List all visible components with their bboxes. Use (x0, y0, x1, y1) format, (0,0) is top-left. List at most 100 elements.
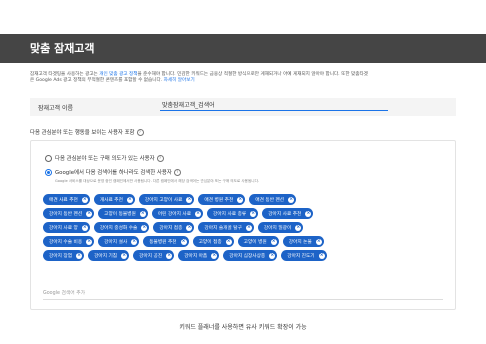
remove-keyword-icon[interactable]: × (270, 238, 277, 245)
remove-keyword-icon[interactable]: × (318, 252, 325, 259)
radio-button[interactable] (45, 155, 52, 162)
keyword-chip-row: 강아지 사료 양 × 강아지 중성화 수술 × 강아지 접종 × 강아지 슬개골 탈구 × 강아… (43, 222, 443, 233)
remove-keyword-icon[interactable]: × (76, 252, 83, 259)
keyword-chip[interactable]: 강아지 진도기 × (281, 250, 327, 261)
remove-keyword-icon[interactable]: × (305, 210, 312, 217)
keyword-chip[interactable]: 동물병원 추천 × (143, 236, 189, 247)
learn-more-link[interactable]: 자세히 알아보기 (164, 78, 195, 83)
help-icon[interactable]: ? (136, 129, 144, 136)
remove-keyword-icon[interactable]: × (180, 238, 187, 245)
option-search-terms[interactable]: Google에서 다음 검색어를 하나라도 검색한 사용자? (45, 168, 181, 176)
remove-keyword-icon[interactable]: × (126, 196, 133, 203)
keyword-chip-label: 어린 강아지 사료 (157, 211, 192, 217)
remove-keyword-icon[interactable]: × (166, 252, 173, 259)
keyword-chip[interactable]: 고양이 병원 × (237, 236, 279, 247)
ad-policy-link[interactable]: 개인 맞춤 광고 정책 (99, 72, 137, 77)
keyword-chip-label: 강아지 심장사상충 (229, 253, 266, 259)
keyword-chip[interactable]: 강아지 접종 × (153, 222, 195, 233)
keyword-chip[interactable]: 애견 동반 펜션 × (249, 194, 297, 205)
keyword-chip[interactable]: 강아지 장염 × (43, 250, 85, 261)
option-description: Google 서비스를 대상으로 운영 중인 캠페인에서만 사용됩니다. 다른 … (55, 179, 260, 183)
remove-keyword-icon[interactable]: × (295, 224, 302, 231)
keyword-chip-label: 강아지 진도기 (287, 253, 315, 259)
keyword-chip-label: 강아지 수술 비용 (49, 239, 83, 245)
keyword-chip-list: 애견 사료 추천 × 개사료 추천 × 강아지 고양이 사료 × 애견 병원 추천 × 애견 동… (43, 194, 443, 264)
keyword-chip-row: 강아지 동반 펜션 × 고양이 동물병원 × 어린 강아지 사료 × 강아지 사료 종류 × 강… (43, 208, 443, 219)
keyword-chip[interactable]: 개사료 추천 × (93, 194, 135, 205)
keyword-chip[interactable]: 강아지 일광이 × (257, 222, 304, 233)
keyword-chip[interactable]: 강아지 고양이 사료 × (138, 194, 195, 205)
keyword-chip[interactable]: 강아지 논물 × (282, 236, 324, 247)
keyword-chip[interactable]: 고양이 접종 × (192, 236, 234, 247)
help-icon[interactable]: ? (156, 155, 164, 162)
keyword-chip[interactable]: 애견 사료 추천 × (43, 194, 90, 205)
keyword-chip-label: 강아지 고양이 사료 (144, 197, 183, 203)
audience-name-row: 잠재고객 이름 맞춤잠재고객_검색어 (30, 98, 456, 116)
include-section-label: 다음 관심분야 또는 행동을 보이는 사용자 포함 (30, 130, 135, 136)
keyword-chip-label: 강아지 공진 (139, 253, 163, 259)
remove-keyword-icon[interactable]: × (195, 210, 202, 217)
remove-keyword-icon[interactable]: × (121, 252, 128, 259)
keyword-chip-label: 애견 병원 추천 (204, 197, 234, 203)
keyword-chip-label: 강아지 슬개골 탈구 (204, 225, 242, 231)
remove-keyword-icon[interactable]: × (250, 210, 257, 217)
keyword-chip[interactable]: 고양이 동물병원 × (98, 208, 148, 219)
keyword-chip-label: 강아지 사료 추천 (268, 211, 302, 217)
keyword-chip-label: 강아지 장염 (49, 253, 73, 259)
keyword-chip-label: 동물병원 추천 (149, 239, 177, 245)
keyword-chip[interactable]: 강아지 슬개골 탈구 × (198, 222, 254, 233)
keyword-chip-label: 강아지 접종 (159, 225, 183, 231)
keyword-chip[interactable]: 강아지 사료 추천 × (262, 208, 314, 219)
audience-criteria-card: 다음 관심분야 또는 구매 의도가 있는 사용자? Google에서 다음 검색… (30, 140, 456, 310)
keyword-chip-label: 고양이 동물병원 (104, 211, 136, 217)
keyword-chip[interactable]: 강아지 사료 양 × (43, 222, 90, 233)
keyword-chip-label: 애견 동반 펜션 (255, 197, 285, 203)
option-label: 다음 관심분야 또는 구매 의도가 있는 사용자 (55, 156, 155, 162)
remove-keyword-icon[interactable]: × (86, 238, 93, 245)
keyword-chip-label: 고양이 접종 (198, 239, 222, 245)
keyword-chip-label: 강아지 사료 종류 (213, 211, 247, 217)
remove-keyword-icon[interactable]: × (245, 224, 252, 231)
keyword-chip[interactable]: 강아지 심장사상충 × (223, 250, 278, 261)
remove-keyword-icon[interactable]: × (315, 238, 322, 245)
notice-text-1: 잠재고객 타겟팅을 사용하는 광고는 (30, 72, 100, 77)
remove-keyword-icon[interactable]: × (131, 238, 138, 245)
keyword-chip-label: 고양이 병원 (243, 239, 267, 245)
remove-keyword-icon[interactable]: × (288, 196, 295, 203)
remove-keyword-icon[interactable]: × (237, 196, 244, 203)
keyword-chip[interactable]: 강아지 기침 × (88, 250, 130, 261)
page-title: 맞춤 잠재고객 (30, 42, 95, 55)
keyword-chip[interactable]: 강아지 설사 × (98, 236, 140, 247)
remove-keyword-icon[interactable]: × (139, 210, 146, 217)
keyword-chip[interactable]: 강아지 동반 펜션 × (43, 208, 95, 219)
remove-keyword-icon[interactable]: × (81, 224, 88, 231)
keyword-chip[interactable]: 강아지 수술 비용 × (43, 236, 95, 247)
keyword-chip-label: 강아지 동반 펜션 (49, 211, 83, 217)
keyword-chip-label: 강아지 사료 양 (49, 225, 78, 231)
remove-keyword-icon[interactable]: × (141, 224, 148, 231)
keyword-chip[interactable]: 애견 병원 추천 × (198, 194, 246, 205)
policy-notice: 잠재고객 타겟팅을 사용하는 광고는 개인 맞춤 광고 정책을 준수해야 합니다… (30, 72, 460, 84)
option-interests[interactable]: 다음 관심분야 또는 구매 의도가 있는 사용자? (45, 154, 164, 162)
remove-keyword-icon[interactable]: × (86, 210, 93, 217)
keyword-chip[interactable]: 강아지 공진 × (133, 250, 175, 261)
remove-keyword-icon[interactable]: × (269, 252, 276, 259)
remove-keyword-icon[interactable]: × (81, 196, 88, 203)
radio-button-selected[interactable] (45, 169, 52, 176)
keyword-chip[interactable]: 강아지 아픔 × (178, 250, 220, 261)
keyword-chip-row: 애견 사료 추천 × 개사료 추천 × 강아지 고양이 사료 × 애견 병원 추천 × 애견 동… (43, 194, 443, 205)
help-icon[interactable]: ? (173, 169, 181, 176)
keyword-chip-label: 강아지 논물 (288, 239, 312, 245)
keyword-chip-label: 강아지 중성화 수술 (99, 225, 138, 231)
keyword-chip[interactable]: 어린 강아지 사료 × (151, 208, 204, 219)
remove-keyword-icon[interactable]: × (186, 196, 193, 203)
option-label: Google에서 다음 검색어를 하나라도 검색한 사용자 (55, 170, 172, 176)
remove-keyword-icon[interactable]: × (211, 252, 218, 259)
remove-keyword-icon[interactable]: × (186, 224, 193, 231)
audience-name-input[interactable]: 맞춤잠재고객_검색어 (160, 100, 388, 111)
add-search-term-input[interactable]: Google 검색어 추가 (43, 289, 443, 300)
remove-keyword-icon[interactable]: × (225, 238, 232, 245)
keyword-chip[interactable]: 강아지 사료 종류 × (207, 208, 259, 219)
image-caption: 키워드 플래너를 사용하면 유사 키워드 확장이 가능 (179, 324, 307, 331)
keyword-chip[interactable]: 강아지 중성화 수술 × (93, 222, 150, 233)
